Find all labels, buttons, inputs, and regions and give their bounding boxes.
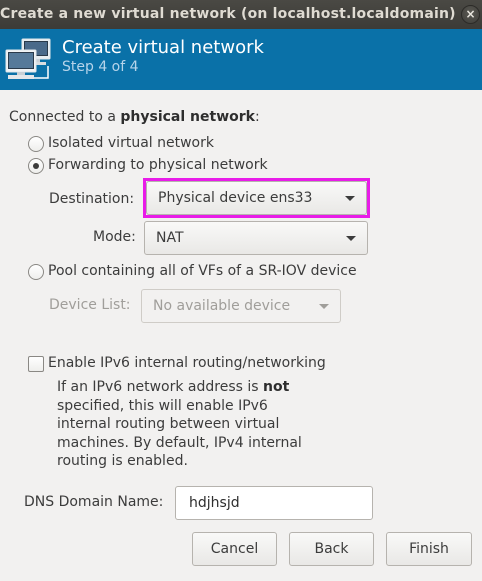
back-button[interactable]: Back [289,532,374,566]
device-list-label: Device List: [49,297,131,313]
device-list-dropdown[interactable]: No available device [141,289,341,323]
dns-domain-input[interactable]: hdjhsjd [175,486,373,520]
isolated-radio[interactable] [28,136,44,152]
dns-domain-value: hdjhsjd [189,495,240,511]
ipv6-label[interactable]: Enable IPv6 internal routing/networking [48,355,326,371]
ipv6-description: If an IPv6 network address is not specif… [57,379,302,469]
close-button[interactable]: × [461,5,480,24]
finish-button[interactable]: Finish [386,532,472,566]
destination-label: Destination: [49,191,135,207]
sriov-label[interactable]: Pool containing all of VFs of a SR-IOV d… [48,263,357,279]
chevron-down-icon [345,196,355,201]
close-icon: × [465,7,476,21]
mode-value: NAT [156,230,184,246]
forwarding-label[interactable]: Forwarding to physical network [48,157,268,173]
title-bar[interactable]: Create a new virtual network (on localho… [0,0,482,29]
create-network-dialog: Create a new virtual network (on localho… [0,0,482,581]
forwarding-radio[interactable] [28,158,44,174]
device-list-value: No available device [153,298,291,314]
banner-title: Create virtual network [62,37,264,58]
banner-step: Step 4 of 4 [62,59,139,75]
window-title: Create a new virtual network (on localho… [0,6,456,22]
sriov-radio[interactable] [28,264,44,280]
mode-dropdown[interactable]: NAT [144,221,368,255]
connection-heading: Connected to a physical network: [9,109,260,125]
ipv6-desc-bold: not [263,379,290,395]
chevron-down-icon [319,304,329,309]
isolated-label[interactable]: Isolated virtual network [48,135,214,151]
dns-label: DNS Domain Name: [24,494,164,510]
wizard-banner: Create virtual network Step 4 of 4 [0,29,482,90]
network-computers-icon [5,38,51,79]
heading-bold: physical network [120,109,255,125]
chevron-down-icon [346,236,356,241]
cancel-button[interactable]: Cancel [192,532,277,566]
mode-label: Mode: [93,229,136,245]
ipv6-checkbox[interactable] [28,356,44,372]
destination-dropdown[interactable]: Physical device ens33 [146,181,367,215]
destination-value: Physical device ens33 [158,190,313,206]
